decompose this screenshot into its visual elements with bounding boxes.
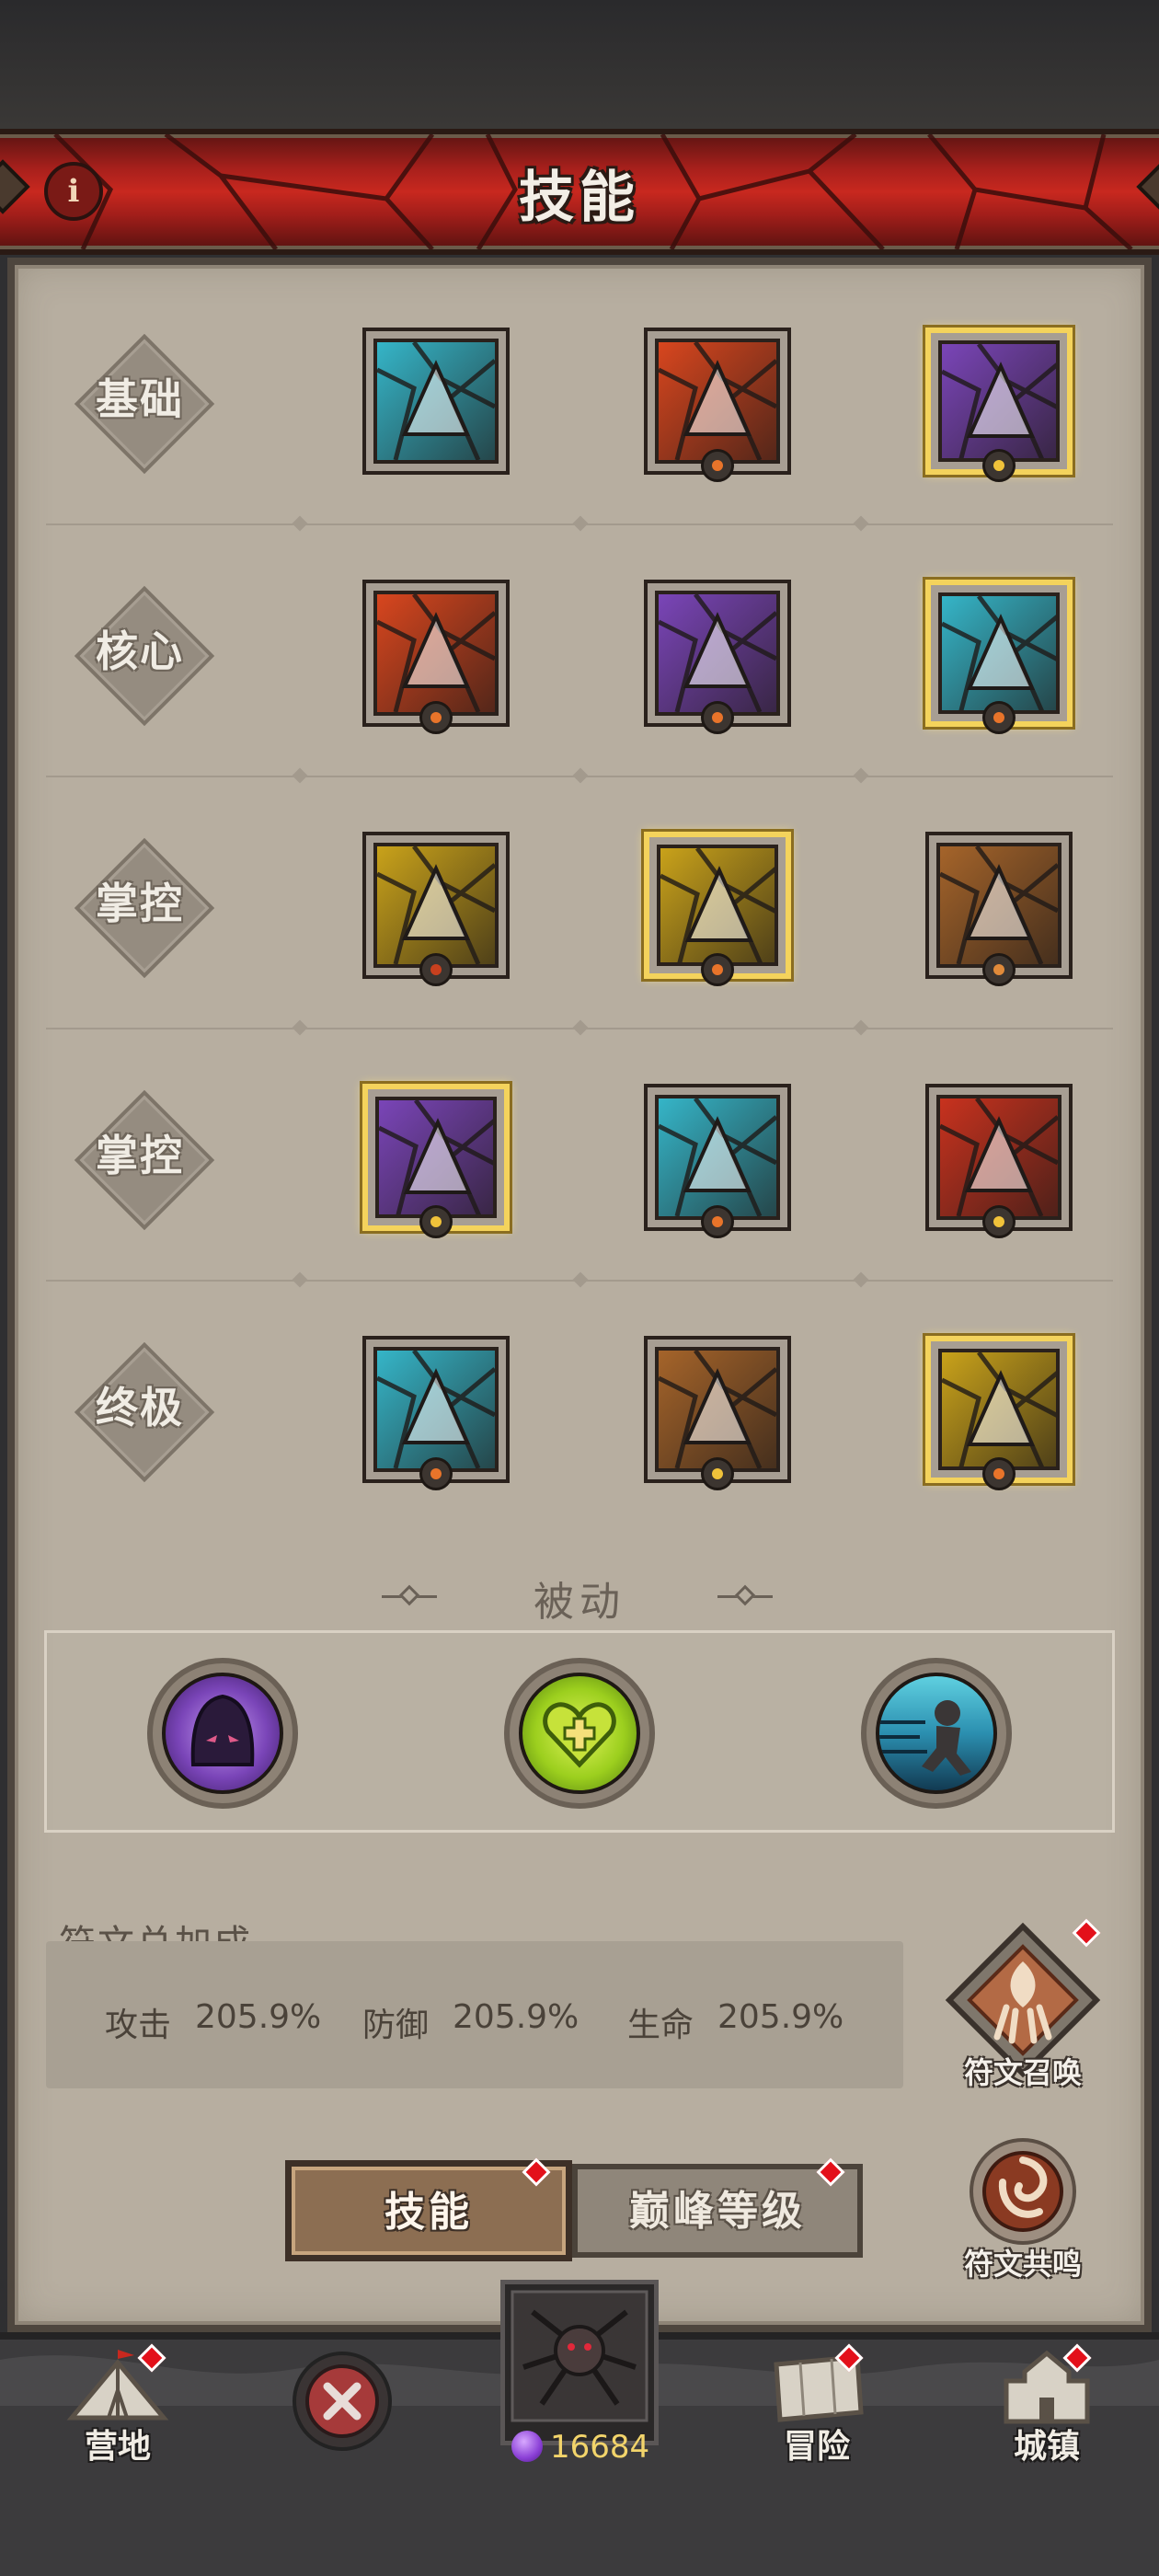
- spider-demon-icon: [511, 2290, 648, 2422]
- rune-socket-icon: [701, 701, 734, 734]
- rune-socket-icon: [419, 953, 453, 986]
- rune-socket-icon: [419, 701, 453, 734]
- currency-amount: 16684: [550, 2429, 650, 2466]
- rune-socket-icon: [982, 701, 1016, 734]
- blizzard-vortex-skill-icon: [373, 1347, 499, 1472]
- top-bar-background: [0, 0, 1159, 129]
- rune-socket-icon: [982, 1457, 1016, 1490]
- golden-crown-spikes-skill-icon: [373, 843, 499, 968]
- rune-resonance-label: 符文共鸣: [963, 2247, 1082, 2282]
- hp-value: 205.9%: [717, 1998, 844, 2036]
- row-label-core: 核心: [74, 585, 215, 727]
- attack-label: 攻击: [105, 2007, 172, 2044]
- fire-claw-skill-icon: [655, 339, 780, 464]
- rune-socket-icon: [701, 449, 734, 482]
- skill-slot[interactable]: [362, 328, 510, 475]
- golden-avatar-skill-icon: [938, 1349, 1060, 1470]
- skill-slot[interactable]: [925, 1336, 1073, 1490]
- rune-socket-icon: [701, 1205, 734, 1238]
- skill-slot[interactable]: [644, 580, 791, 734]
- row-label-text: 核心: [96, 627, 184, 676]
- row-label-basic: 基础: [74, 333, 215, 475]
- thunder-fist-skill-icon: [655, 591, 780, 716]
- close-button[interactable]: [291, 2350, 394, 2453]
- skill-slot[interactable]: [362, 832, 510, 986]
- skill-slot[interactable]: [644, 1336, 791, 1490]
- page-title: 技能: [519, 166, 640, 230]
- meteor-skill-icon: [936, 843, 1061, 968]
- skill-slot[interactable]: [362, 1336, 510, 1490]
- close-icon: [293, 2352, 392, 2451]
- nav-town[interactable]: 城镇: [973, 2344, 1120, 2466]
- nav-camp-label: 营地: [84, 2428, 151, 2466]
- skill-slot[interactable]: [644, 832, 791, 986]
- rune-resonance-icon: [970, 2138, 1076, 2245]
- row-divider: [46, 1271, 1113, 1288]
- attack-value: 205.9%: [195, 1998, 322, 2036]
- rune-socket-icon: [982, 953, 1016, 986]
- map-scroll-icon: [774, 2354, 864, 2422]
- currency-display: 16684: [511, 2429, 686, 2466]
- skill-slot[interactable]: [925, 1084, 1073, 1238]
- heart-shield-passive-icon: [519, 1673, 640, 1794]
- passive-section-title: 被动: [534, 1579, 625, 1626]
- tent-icon: [66, 2350, 169, 2421]
- skill-slot[interactable]: [925, 580, 1073, 734]
- nav-adventure-label: 冒险: [783, 2428, 850, 2466]
- passive-slot-2[interactable]: [504, 1658, 655, 1809]
- nav-adventure[interactable]: 冒险: [743, 2344, 890, 2466]
- skill-slot[interactable]: [362, 1084, 510, 1238]
- skill-slot[interactable]: [362, 580, 510, 734]
- skill-slot[interactable]: [925, 328, 1073, 482]
- skill-slot[interactable]: [925, 832, 1073, 986]
- row-divider: [46, 1019, 1113, 1036]
- row-divider: [46, 515, 1113, 532]
- fireball-skill-icon: [373, 591, 499, 716]
- defense-value: 205.9%: [453, 1998, 580, 2036]
- row-label-mastery-2: 掌控: [74, 1089, 215, 1231]
- rune-socket-icon: [982, 1205, 1016, 1238]
- ice-shards-skill-icon: [938, 592, 1060, 714]
- hooded-shadow-passive-icon: [162, 1673, 283, 1794]
- soul-gem-icon: [511, 2431, 543, 2462]
- snowflake-skill-icon: [655, 1095, 780, 1220]
- skill-slot[interactable]: [644, 328, 791, 482]
- nav-town-label: 城镇: [1013, 2428, 1080, 2466]
- lightning-bolt-skill-icon: [938, 340, 1060, 462]
- row-label-mastery-1: 掌控: [74, 837, 215, 979]
- row-label-text: 终极: [96, 1383, 184, 1432]
- rune-resonance-button[interactable]: [968, 2136, 1078, 2247]
- passive-slot-1[interactable]: [147, 1658, 298, 1809]
- fire-beast-skill-icon: [936, 1095, 1061, 1220]
- row-label-ultimate: 终极: [74, 1341, 215, 1483]
- nav-camp[interactable]: 营地: [44, 2344, 191, 2466]
- ice-arrow-skill-icon: [373, 339, 499, 464]
- rune-socket-icon: [419, 1457, 453, 1490]
- castle-icon: [1004, 2350, 1090, 2424]
- hp-label: 生命: [627, 2007, 694, 2044]
- rune-socket-icon: [982, 449, 1016, 482]
- passive-slot-3[interactable]: [861, 1658, 1012, 1809]
- summon-clones-skill-icon: [655, 1347, 780, 1472]
- row-label-text: 基础: [96, 374, 184, 424]
- rune-summon-label: 符文召唤: [963, 2055, 1082, 2090]
- golden-golem-skill-icon: [657, 845, 778, 966]
- tab-paragon-level[interactable]: 巅峰等级: [572, 2164, 863, 2258]
- lightning-orb-skill-icon: [375, 1097, 497, 1218]
- rune-socket-icon: [701, 953, 734, 986]
- row-label-text: 掌控: [96, 1131, 184, 1180]
- row-divider: [46, 767, 1113, 784]
- header-banner: i 技能: [0, 129, 1159, 255]
- row-label-text: 掌控: [96, 879, 184, 928]
- skill-slot[interactable]: [644, 1084, 791, 1238]
- dash-runner-passive-icon: [876, 1673, 997, 1794]
- hero-portrait-slot[interactable]: [500, 2280, 659, 2445]
- rune-socket-icon: [701, 1457, 734, 1490]
- rune-socket-icon: [419, 1205, 453, 1238]
- defense-label: 防御: [362, 2007, 430, 2044]
